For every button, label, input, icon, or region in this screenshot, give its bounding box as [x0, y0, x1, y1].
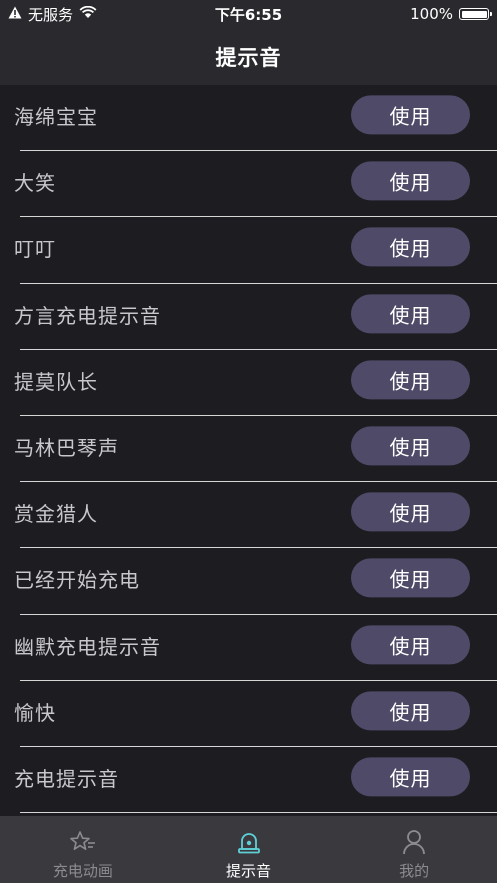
status-right: 100% — [410, 4, 492, 24]
sound-name: 方言充电提示音 — [14, 303, 161, 328]
sound-name: 叮叮 — [14, 237, 56, 262]
sound-name: 海绵宝宝 — [14, 105, 98, 130]
use-button[interactable]: 使用 — [351, 426, 470, 466]
use-button[interactable]: 使用 — [351, 227, 470, 267]
list-item: 赏金猎人 使用 — [0, 482, 497, 549]
person-icon — [400, 829, 428, 855]
use-button[interactable]: 使用 — [351, 360, 470, 400]
use-button[interactable]: 使用 — [351, 624, 470, 664]
list-item: 方言充电提示音 使用 — [0, 284, 497, 350]
tab-label: 充电动画 — [52, 862, 113, 880]
list-item: 已经开始充电 使用 — [0, 548, 497, 615]
use-button[interactable]: 使用 — [351, 757, 470, 797]
nav-bar: 提示音 — [0, 28, 497, 85]
list-item: 海绵宝宝 使用 — [0, 85, 497, 152]
tab-label: 提示音 — [226, 862, 272, 880]
use-button[interactable]: 使用 — [351, 691, 470, 731]
list-item: 马林巴琴声 使用 — [0, 416, 497, 483]
battery-icon — [459, 8, 492, 20]
use-button[interactable]: 使用 — [351, 95, 470, 135]
use-button[interactable]: 使用 — [351, 161, 470, 201]
screen: 无服务 下午6:55 100% 提示音 海绵宝宝 使用 大笑 使用 叮叮 使用 … — [0, 0, 497, 883]
sound-name: 已经开始充电 — [14, 568, 140, 593]
sound-list[interactable]: 海绵宝宝 使用 大笑 使用 叮叮 使用 方言充电提示音 使用 提莫队长 使用 马… — [0, 85, 497, 816]
sound-name: 充电提示音 — [14, 767, 119, 792]
divider — [20, 812, 497, 814]
star-lines-icon — [69, 829, 97, 855]
list-item: 大笑 使用 — [0, 151, 497, 218]
status-bar: 无服务 下午6:55 100% — [0, 0, 497, 28]
battery-percent: 100% — [410, 5, 453, 23]
sound-name: 幽默充电提示音 — [14, 634, 161, 659]
sound-name: 愉快 — [14, 700, 56, 725]
tab-charging-animation[interactable]: 充电动画 — [0, 816, 166, 883]
use-button[interactable]: 使用 — [351, 492, 470, 532]
alarm-bell-icon — [235, 829, 263, 855]
sound-name: 提莫队长 — [14, 370, 98, 395]
use-button[interactable]: 使用 — [351, 558, 470, 598]
page-title: 提示音 — [215, 45, 282, 70]
tab-alert-sound[interactable]: 提示音 — [166, 816, 332, 883]
list-item: 幽默充电提示音 使用 — [0, 615, 497, 681]
list-item: 提莫队长 使用 — [0, 350, 497, 416]
sound-name: 赏金猎人 — [14, 502, 98, 527]
sound-name: 大笑 — [14, 171, 56, 196]
list-item: 叮叮 使用 — [0, 217, 497, 284]
tab-mine[interactable]: 我的 — [331, 816, 497, 883]
tab-bar: 充电动画 提示音 我的 — [0, 816, 497, 883]
use-button[interactable]: 使用 — [351, 294, 470, 334]
list-item: 愉快 使用 — [0, 681, 497, 747]
list-item: 充电提示音 使用 — [0, 747, 497, 814]
sound-name: 马林巴琴声 — [14, 436, 119, 461]
tab-label: 我的 — [399, 862, 430, 880]
